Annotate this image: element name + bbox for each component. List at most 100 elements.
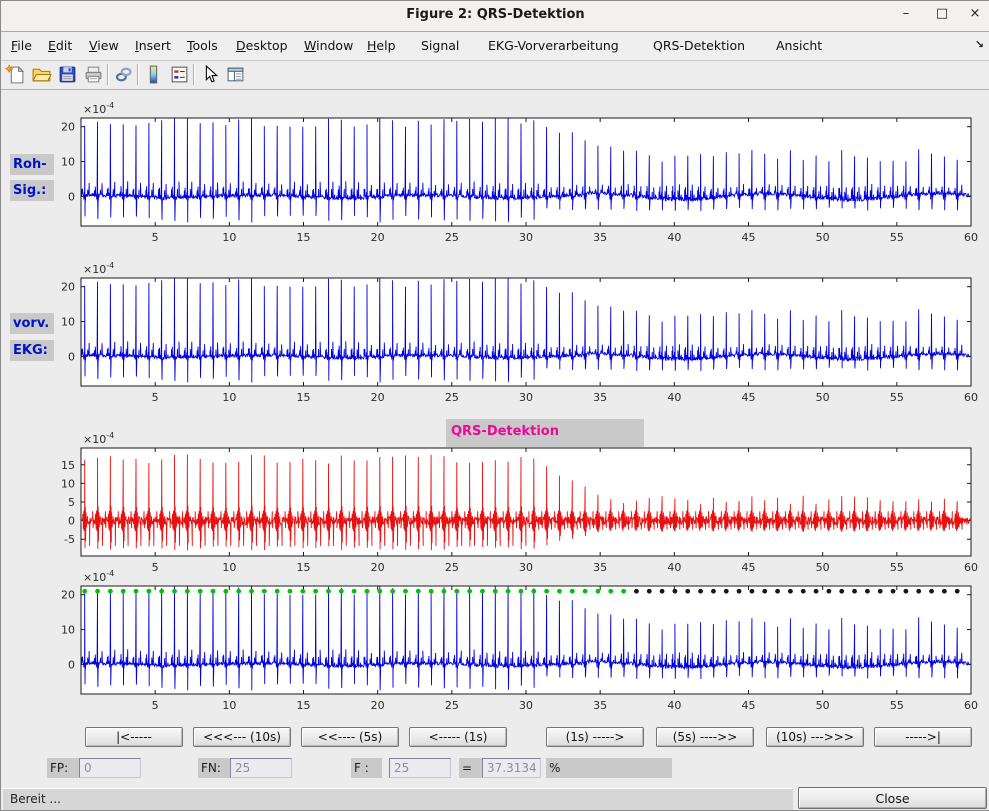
svg-text:45: 45: [742, 231, 756, 244]
title-bar[interactable]: Figure 2: QRS-Detektion – □ ×: [1, 1, 989, 32]
svg-text:45: 45: [742, 391, 756, 404]
maximize-icon[interactable]: □: [929, 6, 955, 26]
nav-back-10s-button[interactable]: <<<--- (10s): [193, 727, 291, 747]
svg-text:55: 55: [890, 231, 904, 244]
menu-item-view[interactable]: View: [89, 38, 119, 53]
vorv-ekg-plot: 5101520253035404550556001020×10-4: [31, 261, 986, 413]
nav-begin-button[interactable]: |<-----: [85, 727, 183, 747]
close-window-icon[interactable]: ×: [962, 6, 988, 26]
figure-window: Figure 2: QRS-Detektion – □ × ↘ File Edit…: [0, 0, 989, 811]
svg-text:5: 5: [152, 231, 159, 244]
fp-input[interactable]: [79, 758, 141, 778]
fn-label: FN:: [198, 758, 231, 778]
toolbar-separator: [137, 64, 139, 85]
svg-text:30: 30: [519, 391, 533, 404]
svg-text:×10-4: ×10-4: [83, 101, 114, 116]
svg-text:20: 20: [61, 589, 75, 602]
roh-signal-plot: 5101520253035404550556001020×10-4: [31, 101, 986, 253]
svg-text:0: 0: [68, 515, 75, 528]
nav-forward-5s-button[interactable]: (5s) ---->>: [656, 727, 754, 747]
pointer-icon[interactable]: [199, 64, 220, 85]
svg-text:10: 10: [61, 624, 75, 637]
svg-text:20: 20: [371, 391, 385, 404]
toolbar: [1, 61, 989, 90]
svg-text:40: 40: [667, 231, 681, 244]
open-folder-icon[interactable]: [31, 64, 52, 85]
menu-item-file[interactable]: File: [11, 38, 32, 53]
svg-text:50: 50: [816, 391, 830, 404]
svg-text:35: 35: [593, 231, 607, 244]
status-bar: Bereit ... Close: [1, 787, 989, 810]
svg-text:55: 55: [890, 699, 904, 712]
svg-text:0: 0: [68, 190, 75, 203]
percent-label: %: [546, 758, 672, 778]
svg-text:15: 15: [297, 231, 311, 244]
svg-text:5: 5: [152, 699, 159, 712]
svg-text:35: 35: [593, 699, 607, 712]
toolbar-separator: [193, 64, 195, 85]
insert-legend-icon[interactable]: [169, 64, 190, 85]
svg-text:20: 20: [61, 121, 75, 134]
menu-item-help[interactable]: Help: [367, 38, 396, 53]
status-strip: Bereit ...: [3, 788, 793, 810]
toolbar-separator: [107, 64, 109, 85]
svg-text:60: 60: [964, 391, 978, 404]
menu-overflow-icon[interactable]: ↘: [975, 38, 984, 51]
nav-forward-1s-button[interactable]: (1s) ----->: [546, 727, 644, 747]
link-plots-icon[interactable]: [113, 64, 134, 85]
qrs-detektion-plot: 51015202530354045505560-5051015×10-4: [31, 431, 986, 583]
result-input[interactable]: [482, 758, 541, 778]
svg-text:20: 20: [371, 699, 385, 712]
svg-text:25: 25: [445, 231, 459, 244]
print-icon[interactable]: [83, 64, 104, 85]
svg-text:0: 0: [68, 658, 75, 671]
svg-text:15: 15: [297, 391, 311, 404]
svg-text:×10-4: ×10-4: [83, 261, 114, 276]
svg-text:10: 10: [61, 477, 75, 490]
svg-text:60: 60: [964, 231, 978, 244]
svg-text:5: 5: [152, 391, 159, 404]
close-button[interactable]: Close: [798, 787, 987, 809]
svg-text:10: 10: [61, 316, 75, 329]
svg-text:10: 10: [61, 156, 75, 169]
svg-text:25: 25: [445, 391, 459, 404]
menu-item-desktop[interactable]: Desktop: [236, 38, 288, 53]
svg-text:-5: -5: [64, 533, 75, 546]
menu-item-edit[interactable]: Edit: [48, 38, 72, 53]
menu-item-insert[interactable]: Insert: [135, 38, 171, 53]
new-document-icon[interactable]: [5, 64, 26, 85]
svg-text:50: 50: [816, 231, 830, 244]
fn-input[interactable]: [230, 758, 292, 778]
svg-text:10: 10: [222, 699, 236, 712]
svg-text:35: 35: [593, 391, 607, 404]
menu-item-window[interactable]: Window: [304, 38, 353, 53]
f-input[interactable]: [389, 758, 451, 778]
svg-text:45: 45: [742, 699, 756, 712]
svg-text:50: 50: [816, 699, 830, 712]
menu-item-ekg-vorverarbeitung[interactable]: EKG-Vorverarbeitung: [488, 38, 619, 53]
nav-forward-10s-button[interactable]: (10s) --->>>: [766, 727, 864, 747]
menu-item-signal[interactable]: Signal: [421, 38, 459, 53]
menu-item-qrs-detektion[interactable]: QRS-Detektion: [653, 38, 745, 53]
nav-back-1s-button[interactable]: <----- (1s): [409, 727, 507, 747]
svg-text:25: 25: [445, 699, 459, 712]
svg-text:10: 10: [222, 231, 236, 244]
svg-text:60: 60: [964, 699, 978, 712]
property-editor-icon[interactable]: [225, 64, 246, 85]
equals-label: =: [459, 758, 482, 778]
svg-text:40: 40: [667, 391, 681, 404]
nav-end-button[interactable]: ----->|: [874, 727, 972, 747]
menu-item-tools[interactable]: Tools: [187, 38, 218, 53]
svg-text:15: 15: [297, 699, 311, 712]
detektion-ekg-plot: 5101520253035404550556001020×10-4: [31, 569, 986, 721]
svg-text:10: 10: [222, 391, 236, 404]
menu-item-ansicht[interactable]: Ansicht: [776, 38, 822, 53]
svg-text:30: 30: [519, 699, 533, 712]
svg-text:0: 0: [68, 350, 75, 363]
svg-text:15: 15: [61, 459, 75, 472]
insert-colorbar-icon[interactable]: [143, 64, 164, 85]
save-icon[interactable]: [57, 64, 78, 85]
minimize-icon[interactable]: –: [893, 6, 919, 26]
nav-back-5s-button[interactable]: <<---- (5s): [301, 727, 399, 747]
svg-text:20: 20: [61, 281, 75, 294]
